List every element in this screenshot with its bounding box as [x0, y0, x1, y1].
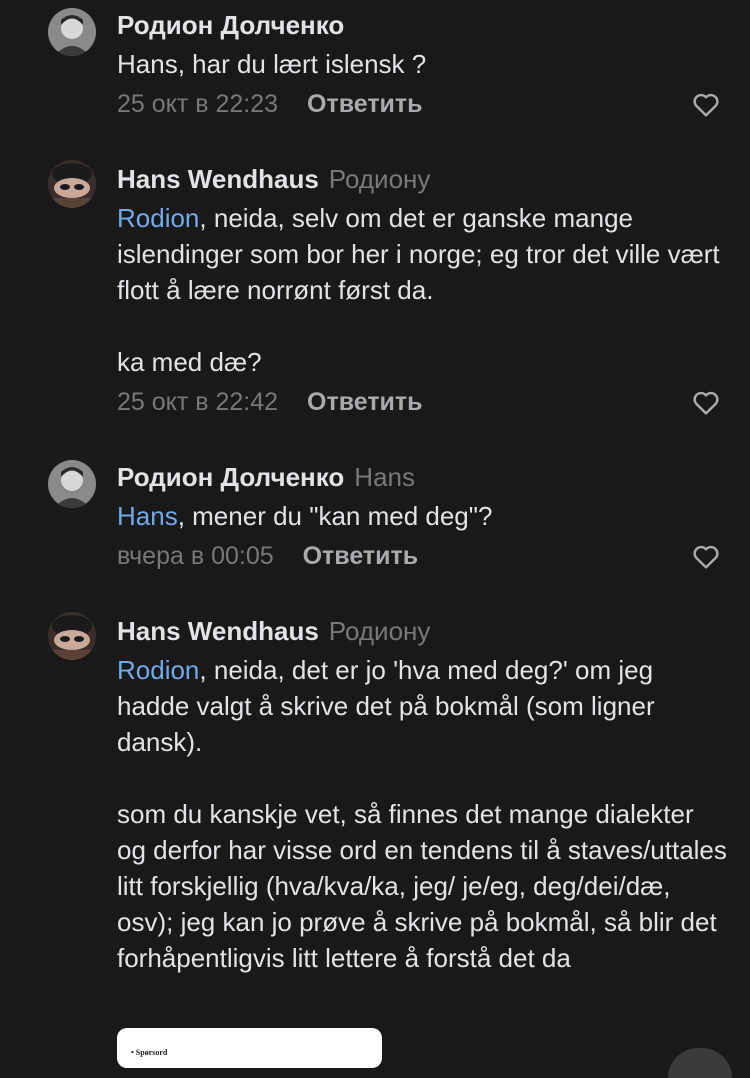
comment-text: Rodion, neida, selv om det er ganske man…	[117, 200, 727, 380]
author-name[interactable]: Hans Wendhaus	[117, 164, 319, 194]
author-name[interactable]: Hans Wendhaus	[117, 616, 319, 646]
like-button[interactable]	[690, 540, 722, 572]
comment-meta: вчера в 00:05 Ответить	[117, 539, 418, 573]
mention-link[interactable]: Hans	[117, 501, 178, 531]
reply-to-label[interactable]: Родиону	[329, 164, 431, 194]
comment-text: Hans, mener du "kan med deg"?	[117, 498, 727, 534]
mention-link[interactable]: Rodion	[117, 203, 199, 233]
reply-button[interactable]: Ответить	[307, 90, 423, 118]
heart-outline-icon	[693, 93, 719, 117]
comment-header: Hans Wendhaus Родиону	[117, 614, 430, 648]
avatar-image	[48, 8, 96, 56]
comment-header: Родион Долченко	[117, 8, 344, 42]
comment-header: Hans Wendhaus Родиону	[117, 162, 430, 196]
avatar-image	[48, 612, 96, 660]
timestamp: вчера в 00:05	[117, 542, 274, 570]
author-name[interactable]: Родион Долченко	[117, 462, 344, 492]
avatar-image	[48, 460, 96, 508]
mention-link[interactable]: Rodion	[117, 655, 199, 685]
reply-to-label[interactable]: Родиону	[329, 616, 431, 646]
heart-outline-icon	[693, 545, 719, 569]
like-button[interactable]	[690, 88, 722, 120]
comment-meta: 25 окт в 22:42 Ответить	[117, 385, 423, 419]
comment-text: Rodion, neida, det er jo 'hva med deg?' …	[117, 652, 727, 976]
comment-body: Hans, har du lært islensk ?	[117, 49, 427, 79]
heart-outline-icon	[693, 391, 719, 415]
comment-header: Родион Долченко Hans	[117, 460, 415, 494]
attachment-image[interactable]: • Spørsord	[117, 1028, 382, 1068]
timestamp: 25 окт в 22:23	[117, 90, 279, 118]
comment-body: , mener du "kan med deg"?	[177, 501, 493, 531]
comment-body: , neida, det er jo 'hva med deg?' om jeg…	[117, 655, 727, 973]
reply-button[interactable]: Ответить	[307, 388, 423, 416]
comment-body: , neida, selv om det er ganske mange isl…	[117, 203, 720, 377]
avatar-image	[48, 160, 96, 208]
avatar[interactable]	[48, 160, 96, 208]
avatar[interactable]	[48, 460, 96, 508]
like-button[interactable]	[690, 386, 722, 418]
reply-to-label[interactable]: Hans	[354, 462, 415, 492]
comment-text: Hans, har du lært islensk ?	[117, 46, 727, 82]
avatar[interactable]	[48, 612, 96, 660]
timestamp: 25 окт в 22:42	[117, 388, 279, 416]
author-name[interactable]: Родион Долченко	[117, 10, 344, 40]
reply-button[interactable]: Ответить	[303, 542, 419, 570]
scroll-to-bottom-button[interactable]	[668, 1048, 732, 1078]
comment-meta: 25 окт в 22:23 Ответить	[117, 87, 423, 121]
avatar[interactable]	[48, 8, 96, 56]
